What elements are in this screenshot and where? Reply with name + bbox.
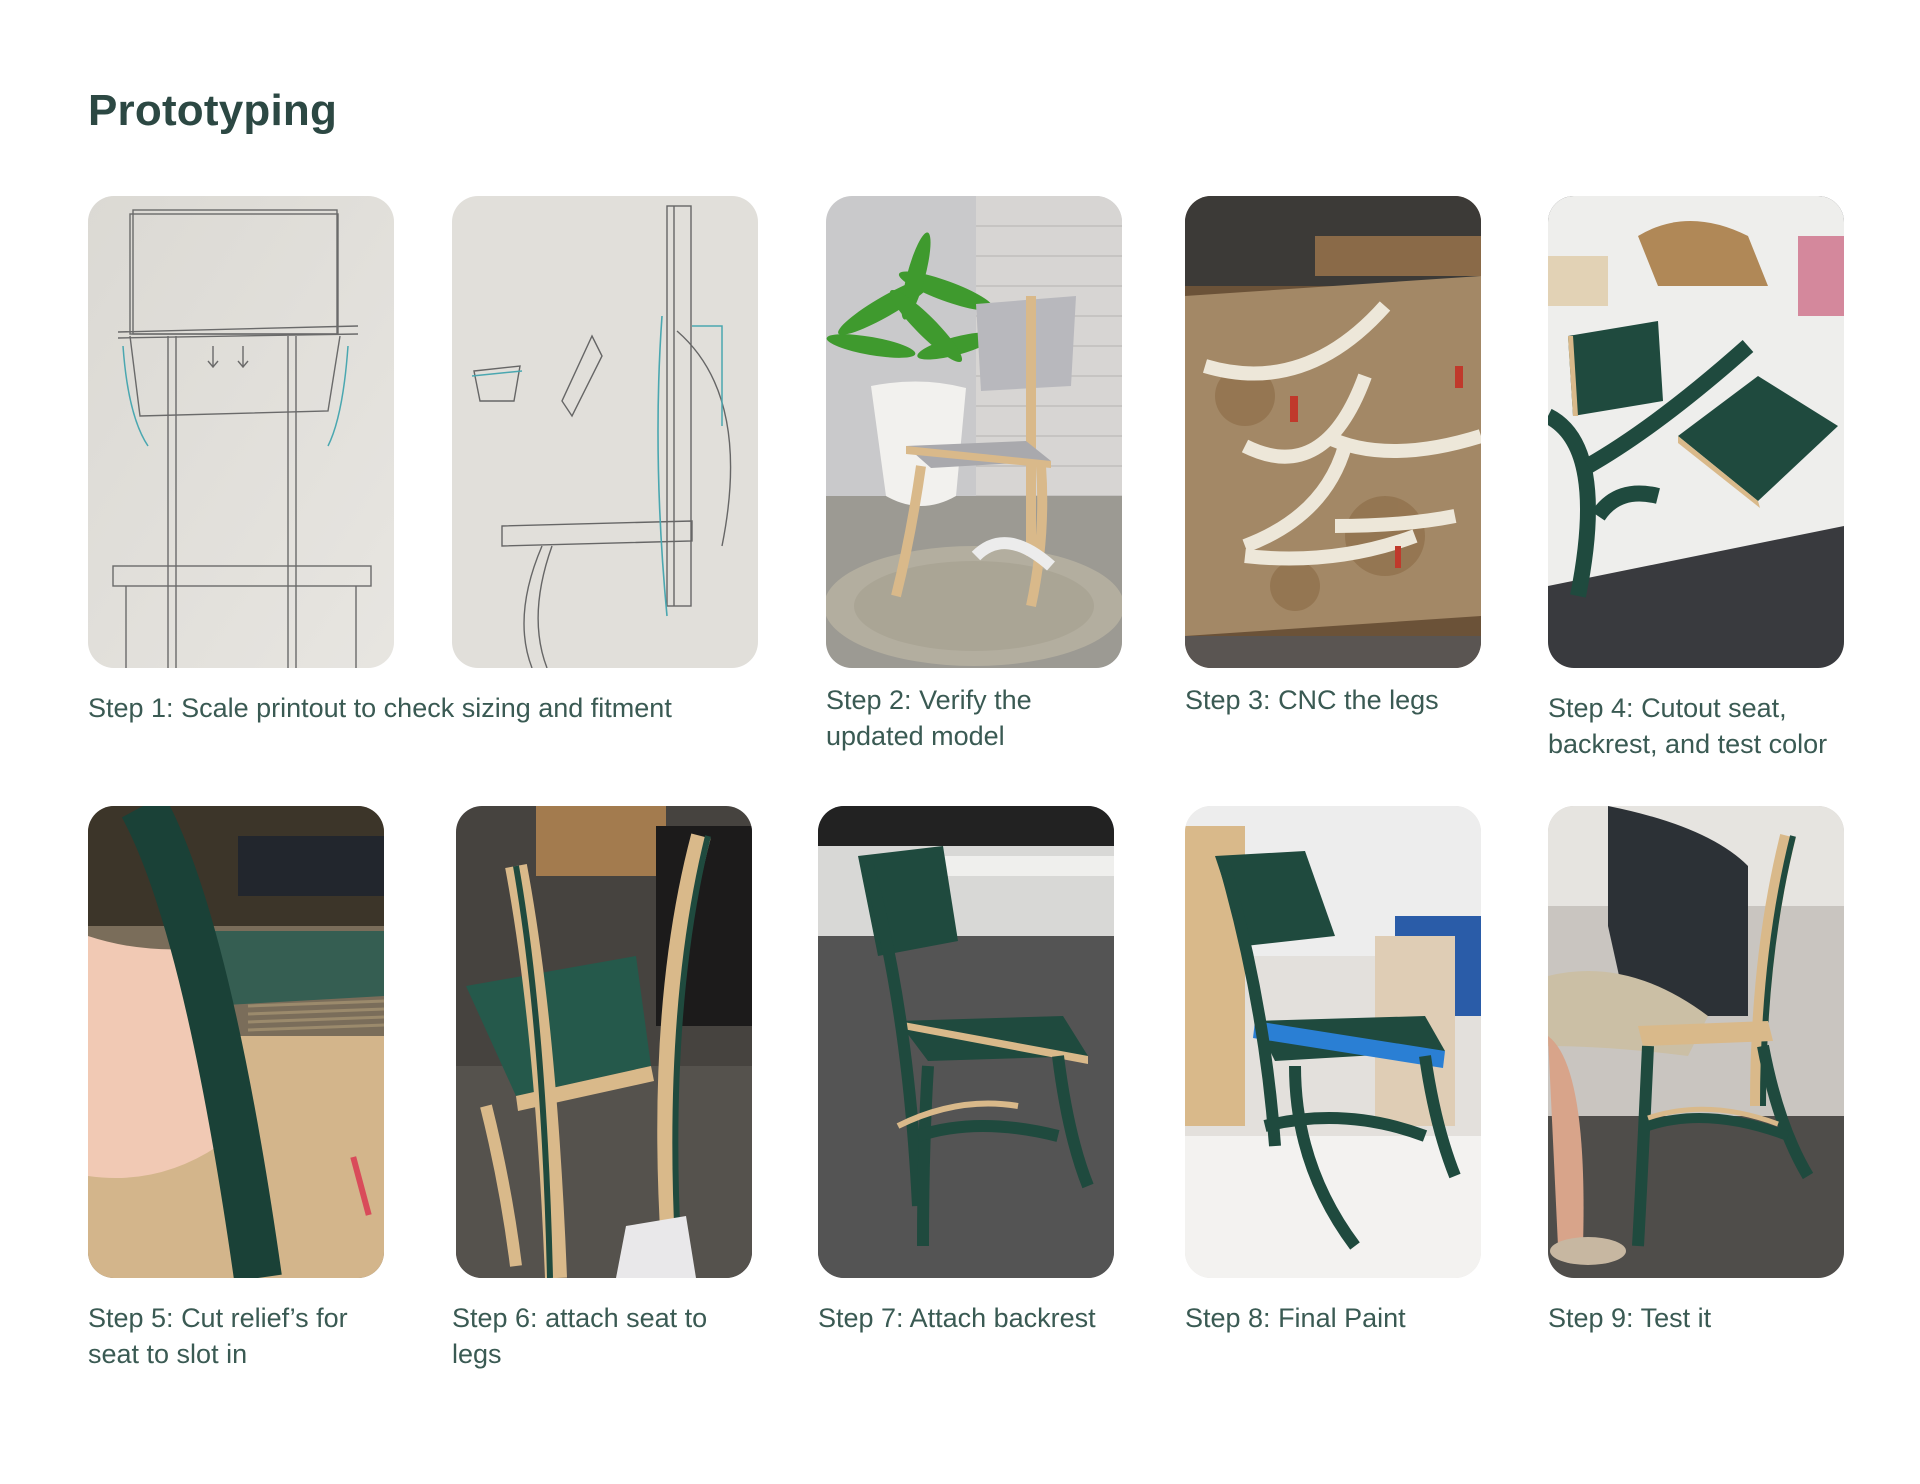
- step-1-sketch-side-image: [452, 196, 758, 668]
- step-1-caption: Step 1: Scale printout to check sizing a…: [88, 693, 672, 723]
- step-9-test-image: [1548, 806, 1844, 1278]
- step-7-backrest-image: [818, 806, 1114, 1278]
- page-title: Prototyping: [88, 86, 338, 135]
- step-1-sketch-front-image: [88, 196, 394, 668]
- step-2-caption: Step 2: Verify the updated model: [826, 685, 1032, 751]
- step-3-cnc-image: [1185, 196, 1481, 668]
- step-4-caption: Step 4: Cutout seat, backrest, and test …: [1548, 693, 1828, 759]
- step-4-parts-image: [1548, 196, 1844, 668]
- step-8-final-paint-image: [1185, 806, 1481, 1278]
- step-7-caption: Step 7: Attach backrest: [818, 1303, 1096, 1333]
- step-5-caption: Step 5: Cut relief’s for seat to slot in: [88, 1303, 348, 1369]
- step-2-render-image: [826, 196, 1122, 668]
- step-5-relief-image: [88, 806, 384, 1278]
- step-6-seat-legs-image: [456, 806, 752, 1278]
- step-9-caption: Step 9: Test it: [1548, 1303, 1712, 1333]
- step-3-caption: Step 3: CNC the legs: [1185, 685, 1439, 715]
- step-8-caption: Step 8: Final Paint: [1185, 1303, 1406, 1333]
- step-6-caption: Step 6: attach seat to legs: [452, 1303, 708, 1369]
